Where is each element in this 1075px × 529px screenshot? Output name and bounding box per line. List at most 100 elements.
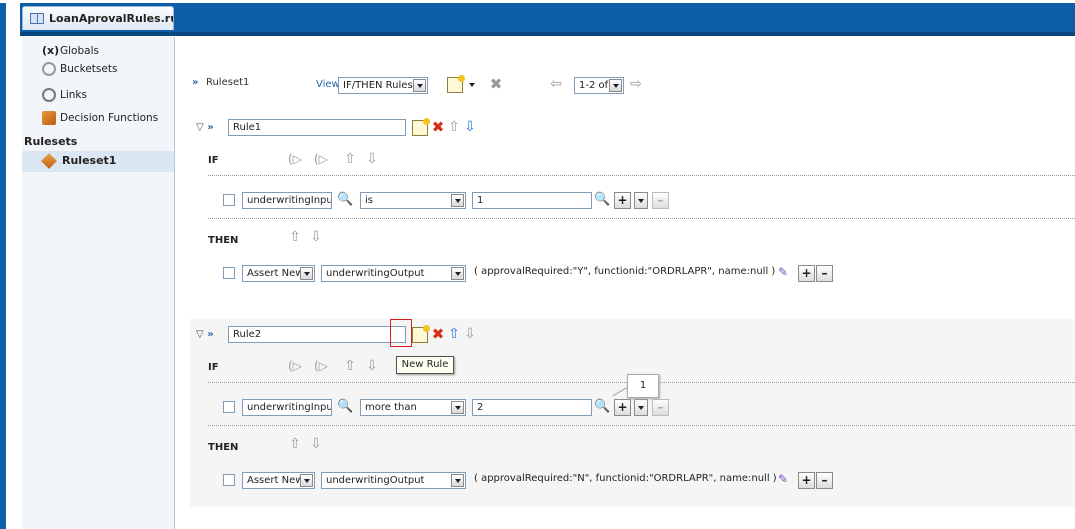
action-target-value: underwritingOutput — [326, 475, 425, 486]
add-condition-icon[interactable]: (▷ — [288, 152, 302, 166]
action-type-value: Assert New — [247, 268, 304, 279]
action-checkbox[interactable] — [223, 474, 235, 486]
rulesets-heading: Rulesets — [24, 135, 78, 148]
action-target-select[interactable]: underwritingOutput — [321, 265, 466, 282]
move-up-icon[interactable]: ⇧ — [446, 120, 462, 136]
new-rule-icon[interactable] — [447, 75, 465, 93]
move-down-icon[interactable]: ⇩ — [308, 437, 324, 453]
move-down-icon[interactable]: ⇩ — [462, 120, 478, 136]
search-icon[interactable]: 🔍 — [594, 399, 610, 415]
step-callout: 1 — [627, 374, 659, 398]
sidebar-item-label: Bucketsets — [60, 63, 118, 75]
sidebar-item-label: Links — [60, 89, 87, 101]
edit-arguments-icon[interactable]: ✎ — [775, 472, 791, 488]
add-button[interactable]: + — [798, 472, 815, 489]
new-rule-icon[interactable] — [412, 118, 430, 136]
collapse-chevron-icon[interactable]: » — [192, 77, 198, 88]
remove-button[interactable]: – — [652, 399, 669, 416]
add-menu-chevron-icon[interactable] — [634, 399, 648, 416]
condition-checkbox[interactable] — [223, 194, 235, 206]
chevron-down-icon — [451, 474, 464, 487]
add-button[interactable]: + — [798, 265, 815, 282]
move-up-icon[interactable]: ⇧ — [342, 152, 358, 168]
action-type-select[interactable]: Assert New — [242, 265, 315, 282]
remove-condition-icon[interactable]: (▷ — [314, 359, 328, 373]
move-up-icon[interactable]: ⇧ — [446, 327, 462, 343]
sidebar-item-ruleset1[interactable]: Ruleset1 — [22, 151, 174, 172]
edit-arguments-icon[interactable]: ✎ — [775, 265, 791, 281]
delete-ruleset-icon[interactable]: ✖ — [488, 77, 504, 93]
move-down-icon[interactable]: ⇩ — [462, 327, 478, 343]
previous-page-icon[interactable]: ⇦ — [548, 77, 564, 93]
expand-triangle-icon[interactable]: ▽ — [196, 329, 204, 340]
move-down-icon[interactable]: ⇩ — [364, 359, 380, 375]
view-select[interactable]: IF/THEN Rules — [338, 77, 428, 94]
search-icon[interactable]: 🔍 — [337, 192, 353, 208]
add-button[interactable]: + — [614, 192, 631, 209]
rule-block-rule1: ▽ » Rule1 ✖ ⇧ ⇩ IF (▷ (▷ ⇧ ⇩ underwritin… — [190, 112, 1075, 287]
remove-button[interactable]: – — [816, 472, 833, 489]
search-icon[interactable]: 🔍 — [594, 192, 610, 208]
links-icon — [39, 85, 59, 105]
globals-icon: (x) — [42, 44, 60, 57]
move-down-icon[interactable]: ⇩ — [364, 152, 380, 168]
delete-rule-icon[interactable]: ✖ — [430, 120, 446, 136]
tab-title: LoanAprovalRules.rules — [49, 12, 173, 25]
ruleset-name: Ruleset1 — [205, 77, 250, 88]
view-select-value: IF/THEN Rules — [343, 80, 413, 91]
remove-button[interactable]: – — [652, 192, 669, 209]
collapse-chevron-icon[interactable]: » — [207, 122, 213, 133]
search-icon[interactable]: 🔍 — [337, 399, 353, 415]
condition-checkbox[interactable] — [223, 401, 235, 413]
rule-name-input[interactable]: Rule2 — [228, 326, 406, 343]
chevron-down-icon — [451, 267, 464, 280]
new-menu-chevron-icon[interactable] — [466, 77, 480, 94]
delete-rule-icon[interactable]: ✖ — [430, 327, 446, 343]
sidebar-item-label: Decision Functions — [60, 112, 159, 124]
rule-name-input[interactable]: Rule1 — [228, 119, 406, 136]
sidebar-item-decision-functions[interactable]: Decision Functions — [42, 110, 158, 128]
move-up-icon[interactable]: ⇧ — [287, 437, 303, 453]
rule-header: ▽ » — [196, 120, 214, 133]
new-rule-tooltip: New Rule — [396, 356, 454, 374]
sidebar-item-globals[interactable]: (x) Globals — [42, 43, 99, 61]
then-label: THEN — [208, 442, 239, 453]
action-type-value: Assert New — [247, 475, 304, 486]
ruleset-label: Ruleset1 — [62, 154, 117, 167]
expand-triangle-icon[interactable]: ▽ — [196, 122, 204, 133]
operator-value: is — [365, 195, 373, 206]
if-label: IF — [208, 362, 219, 373]
divider — [208, 175, 1075, 176]
new-rule-icon[interactable] — [412, 325, 430, 343]
action-type-select[interactable]: Assert New — [242, 472, 315, 489]
move-up-icon[interactable]: ⇧ — [342, 359, 358, 375]
operator-select[interactable]: is — [360, 192, 466, 209]
remove-condition-icon[interactable]: (▷ — [314, 152, 328, 166]
tab-loanaprovalrules[interactable]: LoanAprovalRules.rules — [22, 6, 174, 30]
add-condition-icon[interactable]: (▷ — [288, 359, 302, 373]
action-target-select[interactable]: underwritingOutput — [321, 472, 466, 489]
action-checkbox[interactable] — [223, 267, 235, 279]
next-page-icon[interactable]: ⇨ — [628, 77, 644, 93]
move-up-icon[interactable]: ⇧ — [287, 230, 303, 246]
condition-right-input[interactable]: 1 — [472, 192, 592, 209]
chevron-down-icon — [413, 79, 426, 92]
operator-value: more than — [365, 402, 417, 413]
left-border — [0, 3, 6, 529]
condition-right-input[interactable]: 2 — [472, 399, 592, 416]
paging-select[interactable]: 1-2 of 2 — [574, 77, 624, 94]
move-down-icon[interactable]: ⇩ — [308, 230, 324, 246]
add-button[interactable]: + — [614, 399, 631, 416]
chevron-down-icon — [451, 194, 464, 207]
sidebar-item-links[interactable]: Links — [39, 85, 87, 105]
condition-left-input[interactable]: underwritingInput.approv — [242, 399, 332, 416]
sidebar-item-bucketsets[interactable]: Bucketsets — [42, 61, 117, 79]
sidebar-item-label: Globals — [60, 45, 99, 57]
operator-select[interactable]: more than — [360, 399, 466, 416]
if-label: IF — [208, 155, 219, 166]
remove-button[interactable]: – — [816, 265, 833, 282]
condition-left-input[interactable]: underwritingInput.approv — [242, 192, 332, 209]
action-arguments: ( approvalRequired:"N", functionid:"ORDR… — [474, 473, 777, 484]
collapse-chevron-icon[interactable]: » — [207, 329, 213, 340]
add-menu-chevron-icon[interactable] — [634, 192, 648, 209]
